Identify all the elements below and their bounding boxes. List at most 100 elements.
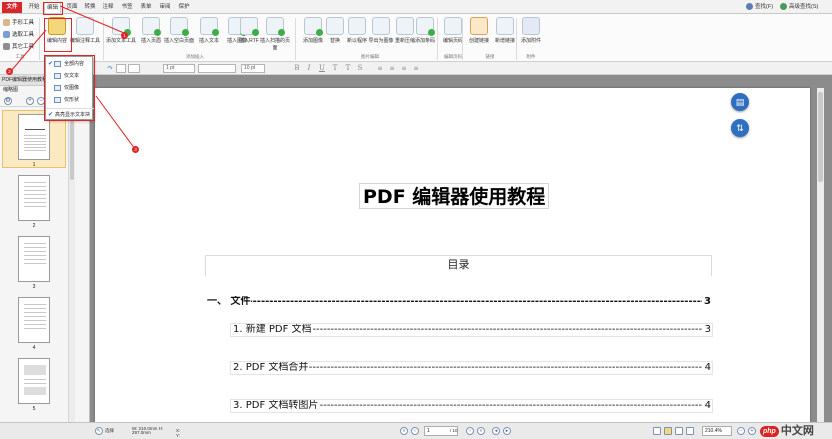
insert-rtf-icon bbox=[240, 17, 259, 36]
select-mode-icon[interactable]: ↖ bbox=[95, 427, 103, 435]
edit-annotation-button[interactable]: 编辑注释工具 bbox=[68, 17, 102, 44]
find-button[interactable]: 查找(F) bbox=[746, 2, 773, 13]
last-page-icon[interactable]: » bbox=[477, 427, 485, 435]
bold-button[interactable]: B bbox=[293, 64, 301, 73]
select-icon bbox=[3, 31, 10, 39]
next-page-icon[interactable]: › bbox=[466, 427, 474, 435]
underline-button[interactable]: U bbox=[318, 64, 326, 73]
thumbnail-page-4[interactable] bbox=[18, 297, 50, 343]
insert-blank-page-button[interactable]: 插入空白页面 bbox=[162, 17, 196, 44]
zoom-out-icon[interactable]: − bbox=[737, 427, 745, 435]
insert-header-icon bbox=[142, 17, 161, 36]
single-page-view-icon[interactable] bbox=[653, 427, 661, 435]
link-group-label: 链接 bbox=[485, 54, 495, 59]
back-icon[interactable]: ◂ bbox=[492, 427, 500, 435]
thumbnail-page-5[interactable] bbox=[18, 358, 50, 404]
page-total: / 10 bbox=[450, 428, 458, 433]
annotation-highlight-edit-content bbox=[44, 18, 72, 52]
add-attachment-button[interactable]: 添加附件 bbox=[514, 17, 548, 44]
insert-group-label: 添加插入 bbox=[186, 54, 204, 59]
add-link-icon bbox=[496, 17, 514, 35]
menu-tab-form[interactable]: 表单 bbox=[138, 2, 154, 13]
zoom-in-icon[interactable]: + bbox=[26, 97, 34, 105]
font-family-select[interactable] bbox=[198, 64, 236, 73]
zoom-in-icon[interactable]: + bbox=[748, 427, 756, 435]
document-page: PDF 编辑器使用教程 目录 -------------------------… bbox=[95, 88, 810, 422]
align-left-icon[interactable]: ≡ bbox=[376, 64, 384, 73]
thumbnail-scrollbar[interactable] bbox=[68, 108, 75, 422]
thumbnail-label: 5 bbox=[32, 406, 36, 412]
thumbnail-list: 1 2 3 4 5 bbox=[0, 108, 68, 422]
continuous-view-icon[interactable] bbox=[664, 427, 672, 435]
first-page-icon[interactable]: « bbox=[400, 427, 408, 435]
toc-entry[interactable]: ----------------------------------------… bbox=[230, 361, 713, 375]
annotation-marker-3: 3 bbox=[132, 146, 139, 153]
translate-icon[interactable]: ⇅ bbox=[731, 119, 749, 137]
thumbnail-label: 1 bbox=[32, 162, 36, 168]
continuous-facing-view-icon[interactable] bbox=[686, 427, 694, 435]
page-dimensions: W: 210.0mm H: 297.0mm bbox=[132, 426, 164, 435]
image-edit-group-label: 图片编辑 bbox=[361, 54, 379, 59]
redo-icon[interactable]: ↷ bbox=[106, 64, 114, 73]
subscript-button[interactable]: T bbox=[344, 64, 352, 73]
thumbnail-page-2[interactable] bbox=[18, 175, 50, 221]
menu-tab-page[interactable]: 页面 bbox=[64, 2, 80, 13]
fill-color-picker[interactable] bbox=[128, 64, 140, 73]
annotation-highlight-edit-tab bbox=[43, 2, 63, 15]
document-title[interactable]: PDF 编辑器使用教程 bbox=[359, 183, 550, 209]
menu-bar: 文件 开始 编辑 页面 转换 注释 书签 表单 审阅 保护 查找(F) 高级查找… bbox=[0, 0, 832, 14]
font-size-select[interactable]: 10 pt bbox=[241, 64, 265, 73]
insert-text-icon bbox=[200, 17, 219, 36]
strikethrough-button[interactable]: S bbox=[356, 64, 364, 73]
annotation-marker-2: 2 bbox=[6, 68, 13, 75]
menu-tab-start[interactable]: 开始 bbox=[26, 2, 42, 13]
previous-page-icon[interactable]: ‹ bbox=[411, 427, 419, 435]
stroke-color-picker[interactable] bbox=[116, 64, 126, 73]
italic-button[interactable]: I bbox=[305, 64, 313, 73]
menu-tab-convert[interactable]: 转换 bbox=[82, 2, 98, 13]
align-justify-icon[interactable]: ≡ bbox=[412, 64, 420, 73]
toc-heading[interactable]: 目录 bbox=[205, 255, 712, 276]
thumbnail-label: 3 bbox=[32, 284, 36, 290]
hand-icon bbox=[3, 19, 10, 27]
thumbnail-page-3[interactable] bbox=[18, 236, 50, 282]
page-number-group-label: 编辑页码 bbox=[444, 54, 462, 59]
edit-annotation-icon bbox=[76, 17, 94, 35]
align-right-icon[interactable]: ≡ bbox=[400, 64, 408, 73]
superscript-button[interactable]: T bbox=[331, 64, 339, 73]
select-tool[interactable]: 选取工具 bbox=[3, 30, 34, 40]
zoom-select[interactable]: 210.4% bbox=[702, 426, 732, 436]
thumbnail-options-icon[interactable]: ⚙ bbox=[4, 97, 12, 105]
toc-entry[interactable]: ----------------------------------------… bbox=[230, 323, 713, 337]
menu-tab-protect[interactable]: 保护 bbox=[176, 2, 192, 13]
insert-blank-page-icon bbox=[170, 17, 189, 36]
tools-group-label: 工具 bbox=[15, 54, 25, 59]
menu-tab-bookmark[interactable]: 书签 bbox=[119, 2, 135, 13]
toc-entry[interactable]: ----------------------------------------… bbox=[230, 399, 713, 413]
y-coordinate: Y: bbox=[176, 433, 181, 438]
document-view: PDF 编辑器使用教程 目录 -------------------------… bbox=[90, 75, 832, 422]
align-center-icon[interactable]: ≡ bbox=[388, 64, 396, 73]
gear-icon bbox=[3, 43, 10, 51]
menu-file[interactable]: 文件 bbox=[2, 2, 22, 13]
hand-tool[interactable]: 手形工具 bbox=[3, 18, 34, 28]
other-tools[interactable]: 其它工具 bbox=[3, 42, 34, 52]
line-width-select[interactable]: 1 pt bbox=[163, 64, 195, 73]
page-number-icon bbox=[444, 17, 462, 35]
advanced-find-button[interactable]: 高级查找(S) bbox=[780, 2, 818, 13]
thumbnail-label: 2 bbox=[32, 223, 36, 229]
menu-tab-review[interactable]: 审阅 bbox=[157, 2, 173, 13]
toc-entry[interactable]: ----------------------------------------… bbox=[205, 296, 712, 310]
menu-tab-annotate[interactable]: 注释 bbox=[100, 2, 116, 13]
document-scrollbar[interactable] bbox=[817, 88, 824, 422]
word-convert-icon[interactable]: ▤ bbox=[731, 93, 749, 111]
format-toolbar: ↷ 1 pt 10 pt B I U T T S ≡ ≡ ≡ ≡ bbox=[0, 62, 832, 75]
facing-view-icon[interactable] bbox=[675, 427, 683, 435]
forward-icon[interactable]: ▸ bbox=[503, 427, 511, 435]
annotation-highlight-dropdown bbox=[44, 55, 95, 121]
status-bar: ↖ 选择 W: 210.0mm H: 297.0mm X: Y: « ‹ 1 /… bbox=[0, 422, 832, 439]
select-mode-label[interactable]: 选择 bbox=[105, 426, 114, 436]
insert-scanned-page-button[interactable]: 插入扫描的页面 bbox=[258, 17, 292, 51]
add-text-tool-button[interactable]: 添加文本工具 bbox=[104, 17, 138, 44]
thumbnail-label: 4 bbox=[32, 345, 36, 351]
